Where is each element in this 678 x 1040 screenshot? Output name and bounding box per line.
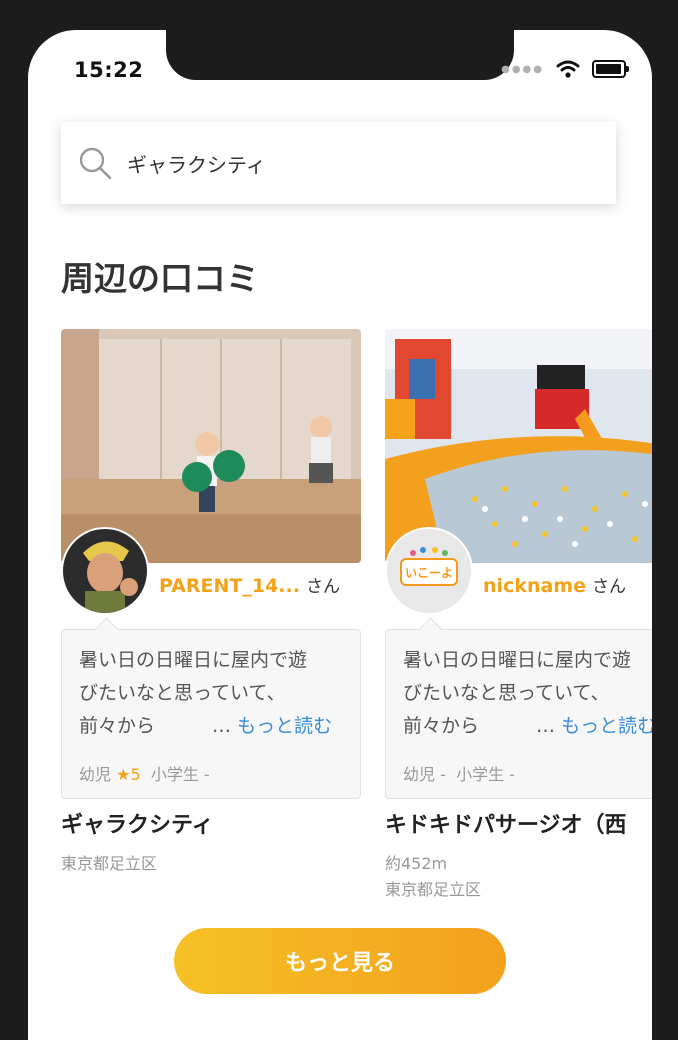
place-meta: 約452m 東京都足立区 (385, 851, 481, 903)
review-line: びたいなと思っていて、 (79, 682, 286, 704)
search-bar[interactable]: ギャラクシティ (61, 122, 616, 204)
place-address: 東京都足立区 (61, 854, 158, 873)
honorific: さん (591, 577, 626, 597)
see-more-button[interactable]: もっと見る (174, 928, 506, 994)
review-bubble[interactable]: 暑い日の日曜日に屋内で遊 びたいなと思っていて、 前々から … もっと読む 幼児… (385, 629, 652, 799)
place-distance: 約452m (385, 854, 448, 873)
reviewer-name[interactable]: nickname (483, 575, 586, 597)
toddler-rating: - (440, 765, 446, 784)
reviewer-name[interactable]: PARENT_14... (159, 575, 300, 597)
search-input[interactable]: ギャラクシティ (127, 149, 266, 178)
status-icons: ●●●● (501, 60, 629, 78)
place-address: 東京都足立区 (385, 880, 482, 899)
review-line-last: 前々から … もっと読む (403, 710, 652, 743)
age-ratings: 幼児 - 小学生 - (403, 761, 515, 785)
avatar[interactable]: いこーよ (385, 527, 473, 615)
review-line-last: 前々から … もっと読む (79, 710, 349, 743)
school-tag: 小学生 (456, 765, 505, 784)
logo-text: いこーよ (405, 566, 453, 580)
review-line: 暑い日の日曜日に屋内で遊 (403, 649, 632, 671)
review-text: 暑い日の日曜日に屋内で遊 びたいなと思っていて、 前々から … もっと読む (403, 644, 652, 743)
review-card[interactable]: PARENT_14... さん 暑い日の日曜日に屋内で遊 びたいなと思っていて、 … (61, 329, 361, 873)
cellular-signal-icon: ●●●● (501, 63, 544, 75)
reviewer[interactable]: nickname さん (483, 572, 626, 597)
toddler-tag: 幼児 (79, 765, 112, 784)
age-ratings: 幼児 ★5 小学生 - (79, 761, 210, 785)
place-meta: 東京都足立区 (61, 851, 157, 877)
honorific: さん (305, 577, 340, 597)
review-line: 暑い日の日曜日に屋内で遊 (79, 649, 308, 671)
notch (166, 30, 514, 80)
screen: 15:22 ●●●● ギャラクシティ 周辺の口コミ PARENT_14... さ… (28, 30, 652, 1040)
section-title: 周辺の口コミ (61, 259, 259, 298)
place-name[interactable]: キドキドパサージオ（西 (385, 807, 627, 839)
school-rating: - (509, 765, 515, 784)
review-line: びたいなと思っていて、 (403, 682, 610, 704)
review-line: 前々から … (403, 715, 556, 737)
phone-frame: 15:22 ●●●● ギャラクシティ 周辺の口コミ PARENT_14... さ… (0, 0, 678, 1040)
search-icon (79, 147, 112, 180)
review-card[interactable]: いこーよ nickname さん 暑い日の日曜日に屋内で遊 びたいなと思っていて、… (385, 329, 652, 899)
avatar-image (63, 529, 147, 613)
place-name[interactable]: ギャラクシティ (61, 807, 214, 839)
avatar[interactable] (61, 527, 149, 615)
school-tag: 小学生 (150, 765, 199, 784)
reviewer[interactable]: PARENT_14... さん (159, 572, 340, 597)
toddler-rating: ★5 (116, 765, 141, 784)
ikoyo-logo-icon: いこーよ (387, 529, 471, 613)
read-more-link[interactable]: もっと読む (237, 715, 332, 737)
toddler-tag: 幼児 (403, 765, 436, 784)
battery-icon (592, 60, 629, 78)
review-line: 前々から … (79, 715, 232, 737)
review-bubble[interactable]: 暑い日の日曜日に屋内で遊 びたいなと思っていて、 前々から … もっと読む 幼児… (61, 629, 361, 799)
read-more-link[interactable]: もっと読む (561, 715, 652, 737)
school-rating: - (203, 765, 210, 784)
status-time: 15:22 (74, 58, 144, 82)
review-text: 暑い日の日曜日に屋内で遊 びたいなと思っていて、 前々から … もっと読む (79, 644, 349, 743)
wifi-icon (556, 60, 580, 78)
